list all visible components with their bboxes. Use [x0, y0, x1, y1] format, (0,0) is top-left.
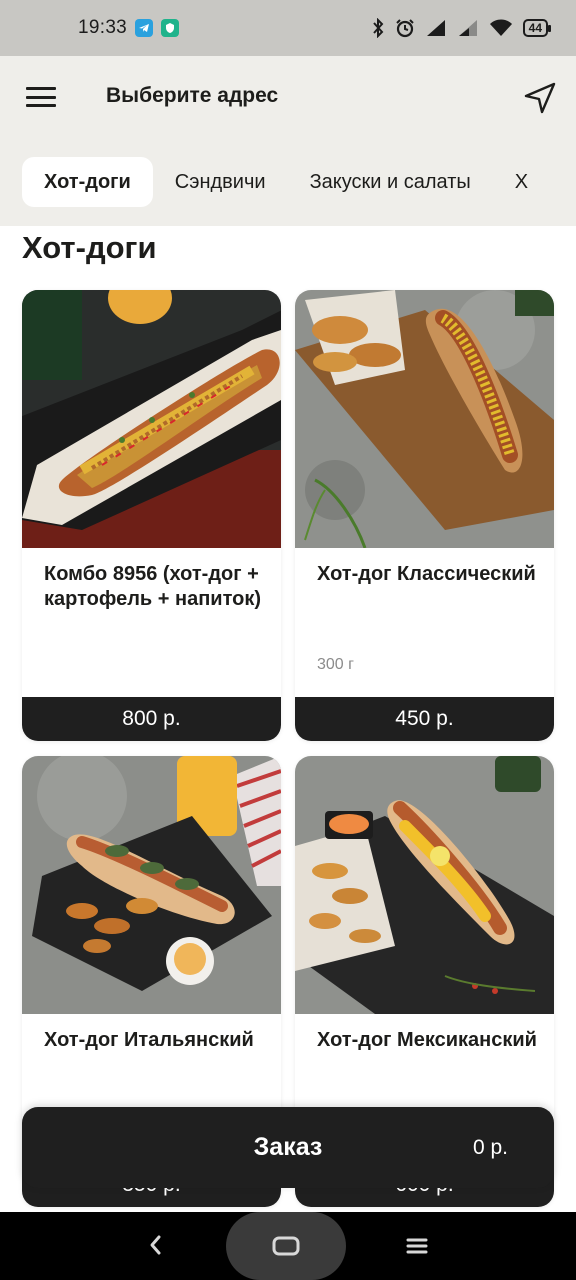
product-image-mexican: [295, 756, 554, 1014]
signal-icon: [458, 20, 477, 36]
address-selector[interactable]: Выберите адрес: [106, 84, 278, 108]
home-icon[interactable]: [268, 1232, 304, 1260]
order-total: 0 р.: [472, 1136, 508, 1159]
product-name: Хот-дог Итальянский: [44, 1029, 254, 1051]
tab-sandwiches[interactable]: Сэндвичи: [153, 157, 288, 207]
tab-hot-dogs[interactable]: Хот-доги: [22, 157, 153, 207]
category-tabs: Хот-доги Сэндвичи Закуски и салаты Х: [22, 156, 537, 208]
tab-snacks-salads[interactable]: Закуски и салаты: [288, 157, 493, 207]
header: Выберите адрес Хот-доги Сэндвичи Закуски…: [0, 56, 576, 226]
product-image-italian: [22, 756, 281, 1014]
product-image-classic: [295, 290, 554, 548]
hamburger-menu-icon[interactable]: [26, 84, 56, 110]
section-title: Хот-доги: [22, 230, 157, 265]
shield-icon: [161, 19, 180, 37]
product-card-combo[interactable]: Комбо 8956 (хот-дог + картофель + напито…: [22, 290, 281, 741]
status-bar: 19:33 44: [0, 0, 576, 56]
product-image-combo: [22, 290, 281, 548]
product-name: Хот-дог Классический: [317, 563, 536, 585]
status-time: 19:33: [78, 17, 128, 38]
product-name: Хот-дог Мексиканский: [317, 1029, 537, 1051]
alarm-icon: [395, 19, 414, 38]
bluetooth-icon: [372, 18, 384, 38]
telegram-icon: [135, 19, 154, 37]
product-card-classic[interactable]: Хот-дог Классический 300 г 450 р.: [295, 290, 554, 741]
tab-next-partial[interactable]: Х: [493, 157, 537, 207]
product-name: Комбо 8956 (хот-дог + картофель + напито…: [44, 563, 261, 610]
navigation-arrow-icon[interactable]: [522, 80, 558, 116]
signal-icon: [426, 20, 445, 36]
recents-menu-icon[interactable]: [402, 1232, 432, 1260]
back-chevron-icon[interactable]: [140, 1230, 170, 1260]
system-nav-bar: [0, 1212, 576, 1280]
order-button[interactable]: Заказ 0 р.: [22, 1107, 554, 1188]
product-weight: 300 г: [317, 656, 354, 673]
product-price-button[interactable]: 450 р.: [295, 697, 554, 741]
wifi-icon: [489, 19, 512, 36]
product-price-button[interactable]: 800 р.: [22, 697, 281, 741]
battery-icon: 44: [522, 19, 552, 37]
status-icons: 44: [371, 18, 552, 38]
